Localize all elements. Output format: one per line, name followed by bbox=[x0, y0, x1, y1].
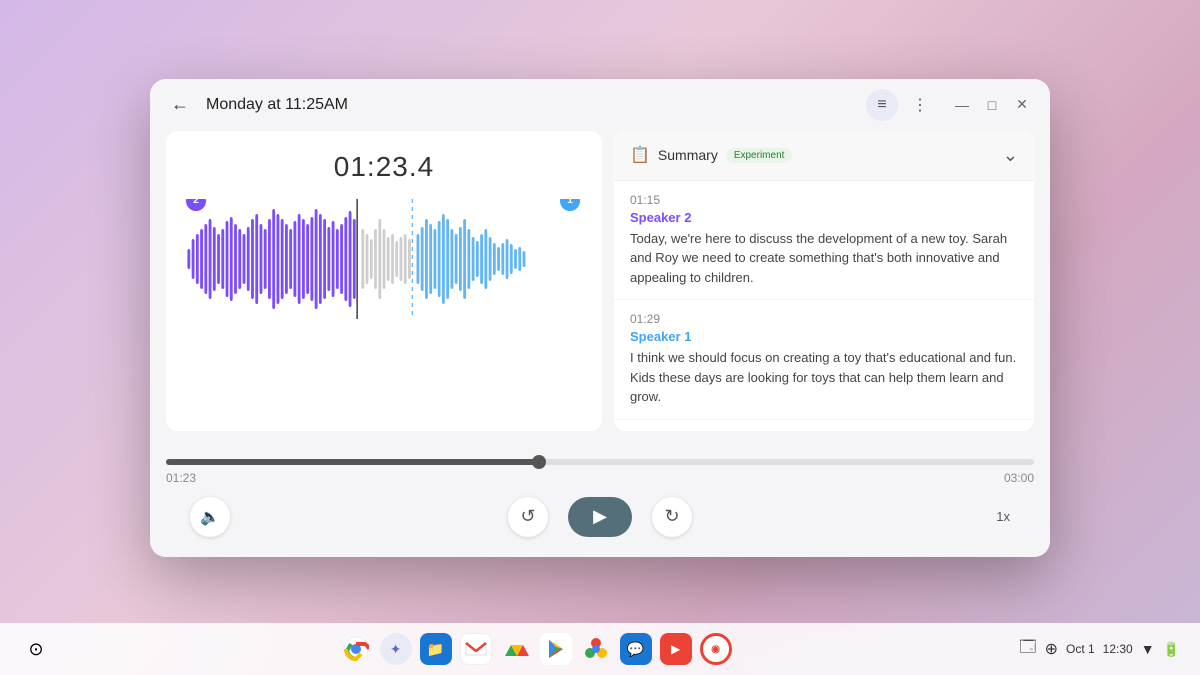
taskbar-playstore-icon[interactable] bbox=[540, 633, 572, 665]
transcript-text-0: Today, we're here to discuss the develop… bbox=[630, 229, 1018, 288]
play-icon: ▶ bbox=[593, 506, 607, 527]
transcript-item-2: 01:43 Speaker 2 bbox=[614, 420, 1034, 431]
wifi-icon: ▼ bbox=[1141, 641, 1155, 657]
taskbar-drive-icon[interactable] bbox=[500, 633, 532, 665]
transcript-item-0: 01:15 Speaker 2 Today, we're here to dis… bbox=[614, 181, 1034, 301]
summary-label: Summary bbox=[658, 147, 718, 163]
taskbar-youtube-icon[interactable]: ▶ bbox=[660, 633, 692, 665]
progress-bar[interactable] bbox=[166, 459, 1034, 465]
current-time: 01:23 bbox=[166, 471, 196, 485]
battery-icon: 🔋 bbox=[1163, 641, 1180, 658]
taskbar-time: 12:30 bbox=[1103, 642, 1133, 656]
waveform-panel: 01:23.4 2 1 bbox=[166, 131, 602, 431]
minimize-button[interactable]: — bbox=[950, 93, 974, 117]
speaker-name-1: Speaker 1 bbox=[630, 329, 1018, 344]
app-window: ← Monday at 11:25AM ≡ ⋮ — □ ✕ bbox=[150, 79, 1050, 557]
speed-button[interactable]: 1x bbox=[996, 509, 1010, 524]
transcript-time-0: 01:15 bbox=[630, 193, 1018, 207]
play-button[interactable]: ▶ bbox=[568, 497, 632, 537]
transcript-item-1: 01:29 Speaker 1 I think we should focus … bbox=[614, 300, 1034, 420]
rewind-button[interactable]: ↺ bbox=[508, 497, 548, 537]
back-button[interactable]: ← bbox=[166, 91, 194, 119]
taskbar-left: ⊙ bbox=[20, 633, 52, 665]
taskbar-chat-icon[interactable]: 💬 bbox=[620, 633, 652, 665]
summary-icon: 📋 bbox=[630, 145, 650, 165]
taskbar-tray-icon-2[interactable]: ⊕ bbox=[1045, 639, 1058, 659]
taskbar-news-icon[interactable]: ◉ bbox=[700, 633, 732, 665]
taskbar-date: Oct 1 bbox=[1066, 642, 1095, 656]
taskbar-files-icon[interactable]: 📁 bbox=[420, 633, 452, 665]
time-labels: 01:23 03:00 bbox=[166, 471, 1034, 485]
volume-button[interactable]: 🔈 bbox=[190, 497, 230, 537]
transcript-text-1: I think we should focus on creating a to… bbox=[630, 348, 1018, 407]
waveform-container[interactable]: 2 1 bbox=[186, 199, 582, 319]
summary-header-left: 📋 Summary Experiment bbox=[630, 145, 792, 165]
title-bar-left: ← Monday at 11:25AM bbox=[166, 91, 348, 119]
taskbar-perplexity-icon[interactable]: ✦ bbox=[380, 633, 412, 665]
maximize-button[interactable]: □ bbox=[980, 93, 1004, 117]
summary-collapse-button[interactable]: ⌄ bbox=[1003, 145, 1018, 166]
taskbar-chrome-icon[interactable] bbox=[340, 633, 372, 665]
taskbar-right: 🗔 ⊕ Oct 1 12:30 ▼ 🔋 bbox=[1019, 636, 1180, 663]
waveform-svg bbox=[186, 199, 582, 319]
main-content: 01:23.4 2 1 bbox=[150, 131, 1050, 447]
controls-area: 🔈 ↺ ▶ ↻ 1x bbox=[150, 485, 1050, 557]
transcript-time-1: 01:29 bbox=[630, 312, 1018, 326]
taskbar-system-icon[interactable]: ⊙ bbox=[20, 633, 52, 665]
forward-button[interactable]: ↻ bbox=[652, 497, 692, 537]
more-options-button[interactable]: ⋮ bbox=[904, 89, 936, 121]
rewind-icon: ↺ bbox=[520, 506, 535, 527]
taskbar-tray-icon-1[interactable]: 🗔 bbox=[1019, 636, 1036, 663]
taskbar-gmail-icon[interactable] bbox=[460, 633, 492, 665]
close-button[interactable]: ✕ bbox=[1010, 93, 1034, 117]
taskbar-center: ✦ 📁 bbox=[340, 633, 732, 665]
total-time: 03:00 bbox=[1004, 471, 1034, 485]
volume-icon: 🔈 bbox=[200, 507, 220, 527]
summary-header: 📋 Summary Experiment ⌄ bbox=[614, 131, 1034, 181]
progress-thumb bbox=[532, 455, 546, 469]
progress-area: 01:23 03:00 bbox=[150, 447, 1050, 485]
transcript-view-button[interactable]: ≡ bbox=[866, 89, 898, 121]
playback-timestamp: 01:23.4 bbox=[186, 151, 582, 183]
title-bar: ← Monday at 11:25AM ≡ ⋮ — □ ✕ bbox=[150, 79, 1050, 131]
experiment-badge: Experiment bbox=[726, 148, 793, 163]
summary-panel: 📋 Summary Experiment ⌄ 01:15 Speaker 2 T… bbox=[614, 131, 1034, 431]
speaker-name-0: Speaker 2 bbox=[630, 210, 1018, 225]
taskbar: ⊙ ✦ 📁 bbox=[0, 623, 1200, 675]
forward-icon: ↻ bbox=[664, 506, 679, 527]
taskbar-photos-icon[interactable] bbox=[580, 633, 612, 665]
recording-title: Monday at 11:25AM bbox=[206, 96, 348, 114]
progress-fill bbox=[166, 459, 539, 465]
